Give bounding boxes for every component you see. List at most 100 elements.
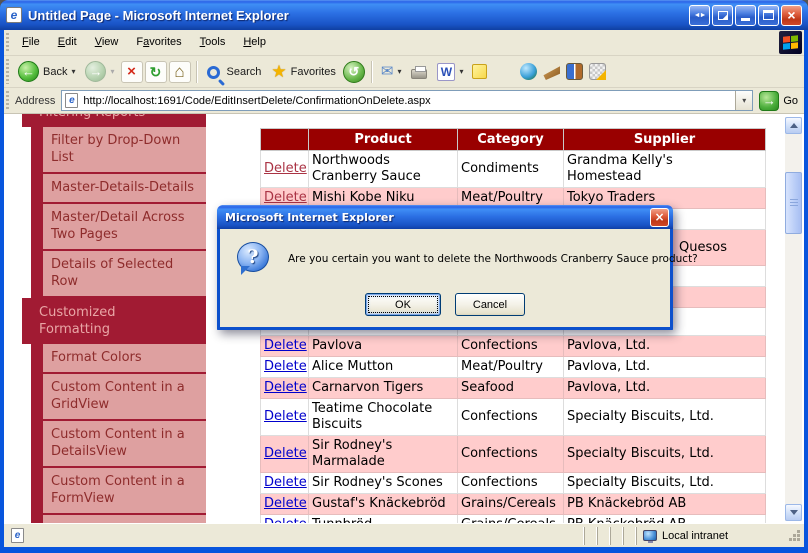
print-button[interactable] (406, 63, 432, 81)
product-cell: Sir Rodney's Scones (309, 473, 458, 494)
delete-link[interactable]: Delete (264, 338, 307, 353)
address-label: Address (15, 95, 55, 107)
dialog-close-button[interactable]: × (650, 208, 669, 227)
restore-window-button[interactable] (712, 5, 733, 26)
toolbar-grip[interactable] (6, 33, 9, 52)
sidebar-item[interactable]: Custom Content in a GridView (31, 374, 206, 421)
search-button[interactable]: Search (201, 63, 267, 81)
category-cell: Confections (458, 473, 564, 494)
stop-button[interactable]: × (121, 61, 143, 83)
sidebar-item-clipped (31, 515, 206, 523)
minimize-button[interactable] (735, 5, 756, 26)
delete-link[interactable]: Delete (264, 161, 307, 176)
delete-link[interactable]: Delete (264, 496, 307, 511)
product-cell: Sir Rodney's Marmalade (309, 436, 458, 473)
go-label: Go (783, 95, 798, 107)
notes-icon[interactable] (472, 64, 487, 79)
delete-link[interactable]: Delete (264, 517, 307, 523)
forward-icon: → (85, 61, 106, 82)
windows-logo-throbber (779, 31, 802, 54)
delete-link[interactable]: Delete (264, 475, 307, 490)
table-row: DeleteAlice MuttonMeat/PoultryPavlova, L… (261, 357, 766, 378)
go-button[interactable]: → Go (759, 91, 798, 111)
delete-cell: Delete (261, 336, 309, 357)
delete-cell: Delete (261, 473, 309, 494)
page-content: Filtering ReportsFilter by Drop-Down Lis… (4, 114, 804, 523)
close-button[interactable]: × (781, 5, 802, 26)
menu-item-file[interactable]: File (13, 30, 49, 55)
toolbar-grip[interactable] (6, 59, 9, 84)
sidebar-section-header[interactable]: Filtering Reports (22, 114, 206, 127)
product-cell: Pavlova (309, 336, 458, 357)
sidebar-item[interactable]: Format Colors (31, 344, 206, 374)
sidebar-item[interactable]: Custom Content in a DetailsView (31, 421, 206, 468)
back-dropdown-icon[interactable]: ▾ (71, 67, 75, 76)
forward-button[interactable]: → ▾ (80, 59, 119, 84)
refresh-icon: ↻ (150, 65, 162, 79)
scroll-up-button[interactable] (785, 117, 802, 134)
address-input[interactable]: e http://localhost:1691/Code/EditInsertD… (61, 90, 753, 111)
favorites-icon: ★ (271, 63, 286, 80)
supplier-cell: Specialty Biscuits, Ltd. (564, 473, 766, 494)
supplier-cell: Pavlova, Ltd. (564, 336, 766, 357)
favorites-button[interactable]: ★ Favorites (266, 61, 341, 82)
address-dropdown-button[interactable]: ▾ (735, 91, 752, 110)
mail-button[interactable]: ✉ ▾ (376, 62, 407, 81)
address-url[interactable]: http://localhost:1691/Code/EditInsertDel… (83, 95, 735, 107)
vertical-scrollbar[interactable] (785, 117, 802, 521)
status-pane (597, 527, 610, 545)
pan-buttons[interactable]: ◄► (689, 5, 710, 26)
maximize-button[interactable] (758, 5, 779, 26)
menu-item-view[interactable]: View (86, 30, 128, 55)
cancel-button[interactable]: Cancel (455, 293, 525, 316)
edit-with-word-button[interactable]: W ▾ (432, 61, 468, 83)
dialog-title-bar[interactable]: Microsoft Internet Explorer × (217, 205, 673, 229)
sidebar-item[interactable]: Master-Details-Details (31, 174, 206, 204)
browser-window: e Untitled Page - Microsoft Internet Exp… (0, 0, 808, 553)
menu-item-help[interactable]: Help (234, 30, 275, 55)
ok-button[interactable]: OK (365, 293, 441, 316)
go-icon: → (759, 91, 779, 111)
dialog-title: Microsoft Internet Explorer (225, 211, 650, 224)
home-button[interactable]: ⌂ (169, 61, 191, 83)
minimize-icon (741, 18, 750, 21)
scroll-down-button[interactable] (785, 504, 802, 521)
menu-item-favorites[interactable]: Favorites (127, 30, 190, 55)
window-title: Untitled Page - Microsoft Internet Explo… (28, 8, 689, 23)
word-dropdown-icon[interactable]: ▾ (459, 67, 463, 76)
addon-books-icon[interactable] (566, 63, 583, 80)
sidebar-item[interactable]: Master/Detail Across Two Pages (31, 204, 206, 251)
product-cell: Alice Mutton (309, 357, 458, 378)
ie-app-icon: e (6, 7, 22, 23)
status-page-icon: e (11, 528, 24, 543)
delete-link[interactable]: Delete (264, 359, 307, 374)
refresh-button[interactable]: ↻ (145, 61, 167, 83)
table-row: DeleteNorthwoods Cranberry SauceCondimen… (261, 151, 766, 188)
delete-link[interactable]: Delete (264, 409, 307, 424)
scroll-thumb[interactable] (785, 172, 802, 234)
resize-grip[interactable] (788, 529, 801, 542)
arrow-down-icon (790, 510, 798, 519)
menu-item-edit[interactable]: Edit (49, 30, 86, 55)
table-row: DeleteTeatime Chocolate BiscuitsConfecti… (261, 399, 766, 436)
history-button[interactable]: ↺ (343, 61, 365, 83)
delete-link[interactable]: Delete (264, 446, 307, 461)
menu-item-tools[interactable]: Tools (191, 30, 235, 55)
sidebar-item[interactable]: Custom Content in a FormView (31, 468, 206, 515)
table-row: DeleteSir Rodney's SconesConfectionsSpec… (261, 473, 766, 494)
toolbar-grip[interactable] (6, 91, 9, 110)
mail-dropdown-icon[interactable]: ▾ (397, 67, 401, 76)
product-cell: Gustaf's Knäckebröd (309, 494, 458, 515)
back-button[interactable]: ← Back ▾ (13, 59, 80, 84)
title-bar[interactable]: e Untitled Page - Microsoft Internet Exp… (0, 0, 808, 30)
sidebar-section-header[interactable]: Customized Formatting (22, 298, 206, 344)
sidebar-item[interactable]: Filter by Drop-Down List (31, 127, 206, 174)
addon-globe-icon[interactable] (520, 63, 537, 80)
delete-link[interactable]: Delete (264, 380, 307, 395)
addon-wedge-icon[interactable] (543, 63, 560, 80)
addon-grid-icon[interactable] (589, 63, 606, 80)
sidebar-item[interactable]: Details of Selected Row (31, 251, 206, 298)
delete-cell: Delete (261, 151, 309, 188)
history-icon: ↺ (348, 64, 359, 80)
delete-link[interactable]: Delete (264, 190, 307, 205)
